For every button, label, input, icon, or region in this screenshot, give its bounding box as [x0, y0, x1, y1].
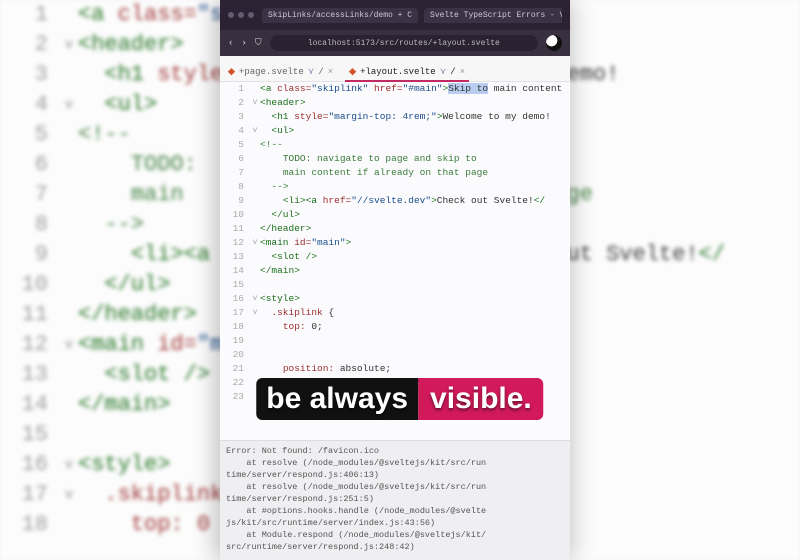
code-line[interactable]: 3 <h1 style="margin-top: 4rem;">Welcome …	[220, 110, 570, 124]
code-line[interactable]: 12v<main id="main">	[220, 236, 570, 250]
nav-back-icon[interactable]: ‹	[228, 38, 233, 48]
close-icon[interactable]: ×	[328, 67, 333, 77]
dirty-indicator-icon: ⋎	[308, 67, 315, 77]
svelte-icon: ◈	[228, 67, 235, 77]
browser-tab[interactable]: SkipLinks/accessLinks/demo + C	[262, 8, 418, 23]
dirty-indicator-icon: ⋎	[440, 67, 447, 77]
profile-icon[interactable]	[546, 35, 562, 51]
editor-tab[interactable]: ◈+page.svelte ⋎ / ×	[226, 63, 335, 81]
code-line[interactable]: 11</header>	[220, 222, 570, 236]
code-line[interactable]: 15	[220, 278, 570, 292]
code-line[interactable]: 10 </ul>	[220, 208, 570, 222]
code-line[interactable]: 17v .skiplink {	[220, 306, 570, 320]
editor-tabs: ◈+page.svelte ⋎ / × ◈+layout.svelte ⋎ / ×	[220, 56, 570, 82]
overlay-window: SkipLinks/accessLinks/demo + C Svelte Typ…	[220, 0, 570, 560]
browser-tab[interactable]: Svelte TypeScript Errors - View	[424, 8, 562, 23]
svelte-icon: ◈	[349, 67, 356, 77]
terminal-error-output[interactable]: Error: Not found: /favicon.ico at resolv…	[220, 440, 570, 560]
nav-forward-icon[interactable]: ›	[241, 38, 246, 48]
code-line[interactable]: 5<!--	[220, 138, 570, 152]
code-line[interactable]: 2v<header>	[220, 96, 570, 110]
browser-tabs[interactable]: SkipLinks/accessLinks/demo + C Svelte Typ…	[262, 8, 562, 23]
code-line[interactable]: 7 main content if already on that page	[220, 166, 570, 180]
code-line[interactable]: 18 top: 0;	[220, 320, 570, 334]
code-line[interactable]: 8 -->	[220, 180, 570, 194]
editor-tab[interactable]: ◈+layout.svelte ⋎ / ×	[347, 63, 467, 81]
url-field[interactable]: localhost:5173/src/routes/+layout.svelte	[270, 35, 538, 51]
caption-overlay: be always visible.	[256, 378, 543, 420]
code-line[interactable]: 16v<style>	[220, 292, 570, 306]
code-line[interactable]: 9 <li><a href="//svelte.dev">Check out S…	[220, 194, 570, 208]
code-line[interactable]: 1<a class="skiplink" href="#main">Skip t…	[220, 82, 570, 96]
code-line[interactable]: 21 position: absolute;	[220, 362, 570, 376]
browser-urlbar: ‹ › ⛉ localhost:5173/src/routes/+layout.…	[220, 30, 570, 56]
shield-icon[interactable]: ⛉	[255, 38, 262, 48]
traffic-lights[interactable]	[228, 12, 254, 18]
code-line[interactable]: 6 TODO: navigate to page and skip to	[220, 152, 570, 166]
code-line[interactable]: 20	[220, 348, 570, 362]
caption-right: visible.	[418, 378, 544, 420]
close-icon[interactable]: ×	[460, 67, 465, 77]
code-line[interactable]: 14</main>	[220, 264, 570, 278]
caption-left: be always	[256, 378, 418, 420]
code-line[interactable]: 4v <ul>	[220, 124, 570, 138]
code-line[interactable]: 19	[220, 334, 570, 348]
code-line[interactable]: 13 <slot />	[220, 250, 570, 264]
browser-titlebar: SkipLinks/accessLinks/demo + C Svelte Typ…	[220, 0, 570, 30]
